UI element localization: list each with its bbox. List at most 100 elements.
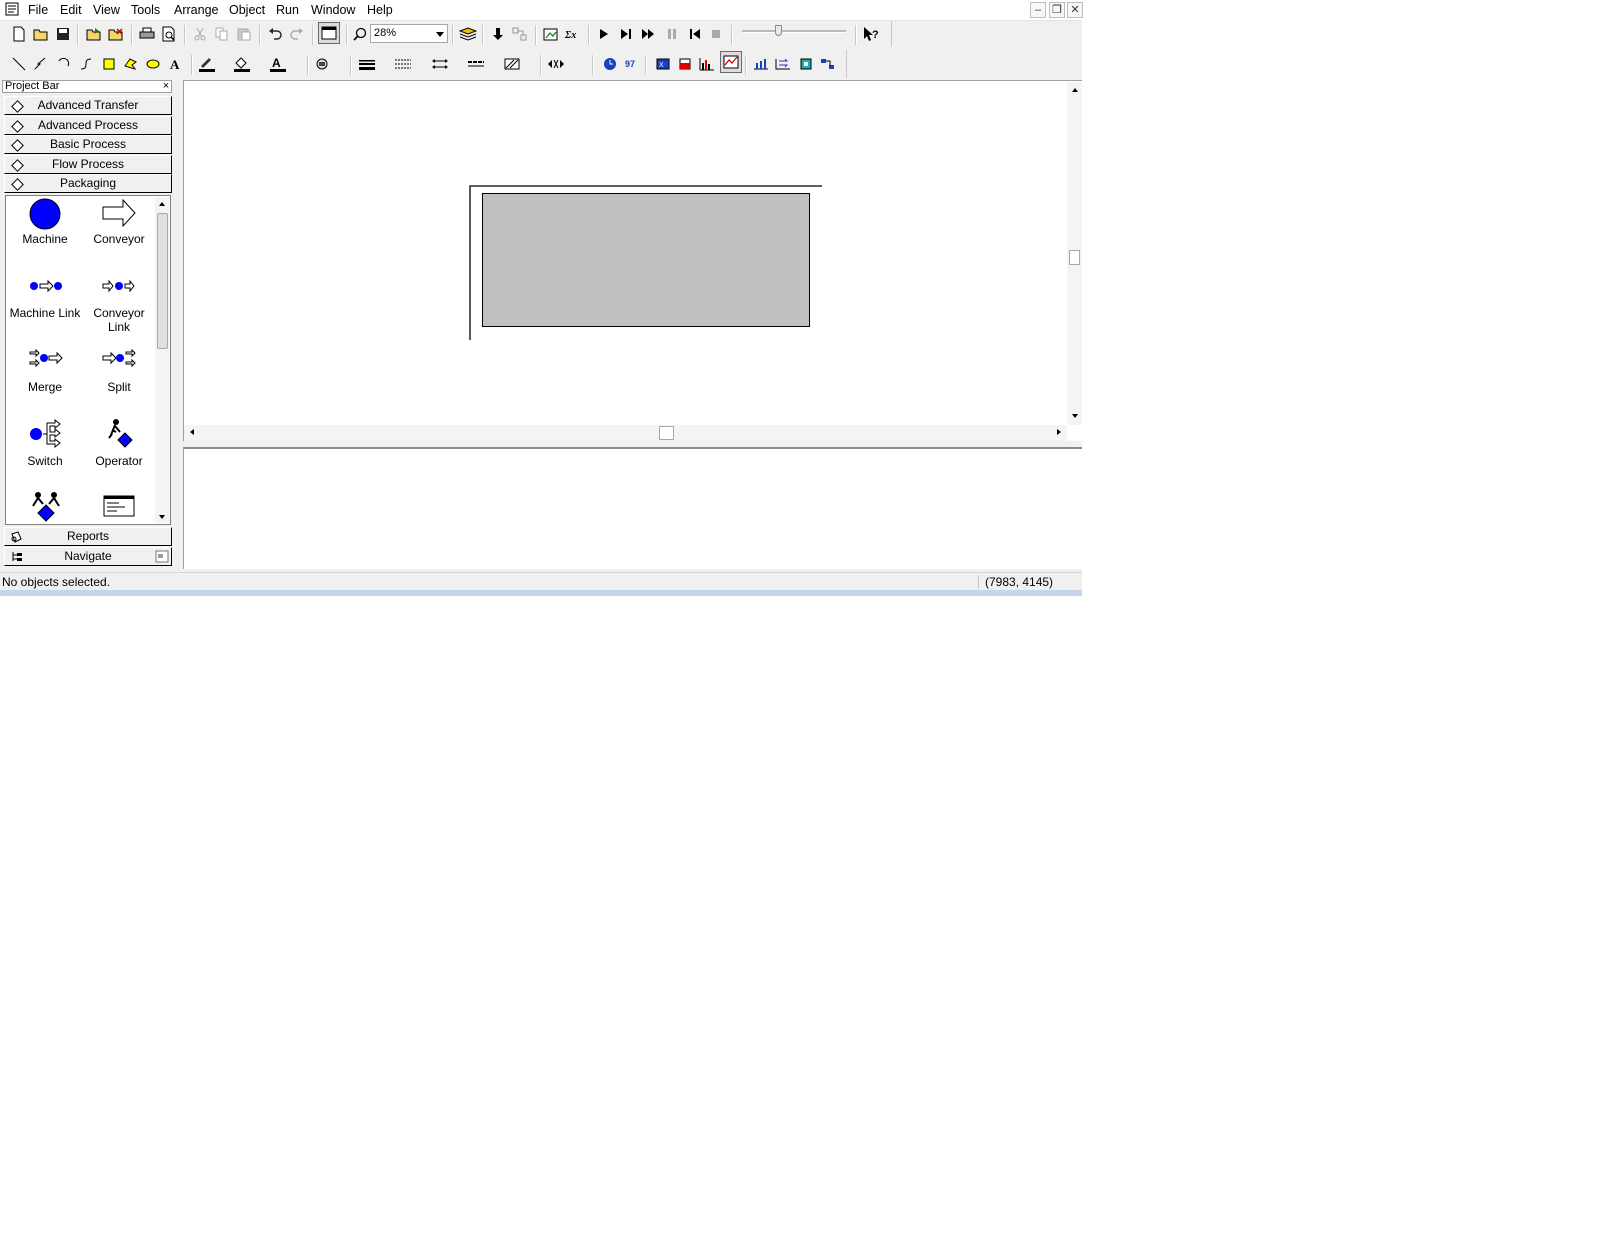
close-button[interactable]: ✕ [1067,2,1083,18]
minimize-button[interactable]: – [1030,2,1046,18]
line-icon[interactable] [9,53,29,75]
menu-object[interactable]: Object [229,3,265,17]
menu-help[interactable]: Help [367,3,393,17]
panel-navigate[interactable]: Navigate [4,547,172,566]
menu-view[interactable]: View [93,3,120,17]
arrow-style-icon[interactable] [430,53,450,75]
play-icon[interactable] [594,23,614,45]
slider-thumb[interactable] [775,25,782,36]
shape-table[interactable] [82,491,156,524]
panel-flow-process[interactable]: Flow Process [4,155,172,174]
panel-basic-process[interactable]: Basic Process [4,135,172,154]
shape-conveyor[interactable]: Conveyor [82,196,156,266]
shape-operator[interactable]: Operator [82,418,156,488]
text-color-icon[interactable]: A [268,53,288,75]
menu-window[interactable]: Window [311,3,355,17]
line-pattern-icon[interactable] [466,53,486,75]
gray-box-shape[interactable] [482,193,810,327]
start-over-icon[interactable] [685,23,705,45]
scroll-thumb[interactable] [157,213,168,349]
parking-icon[interactable] [818,53,838,75]
pause-icon[interactable] [662,23,682,45]
shape-crew[interactable] [8,491,82,524]
animate-icon[interactable] [541,23,561,45]
queue-icon[interactable] [751,53,771,75]
stop-icon[interactable] [706,23,726,45]
line-width-icon[interactable] [357,53,377,75]
output-pane[interactable] [183,447,1082,569]
shape-machine-link[interactable]: Machine Link [8,270,82,340]
window-background-color-icon[interactable] [313,53,333,75]
seize-icon[interactable] [796,53,816,75]
redo-icon[interactable] [287,23,307,45]
submodel-down-icon[interactable] [488,23,508,45]
print-icon[interactable] [137,23,157,45]
scroll-up-icon[interactable] [159,202,165,206]
fill-pattern-icon[interactable] [502,53,522,75]
panel-advanced-transfer[interactable]: Advanced Transfer [4,96,172,115]
scroll-down-icon[interactable] [159,515,165,519]
print-preview-icon[interactable] [159,23,179,45]
bezier-icon[interactable] [76,53,96,75]
undo-icon[interactable] [265,23,285,45]
zoom-icon[interactable] [350,23,370,45]
arc-icon[interactable] [53,53,73,75]
scroll-thumb[interactable] [1069,250,1080,265]
line-color-icon[interactable] [197,53,217,75]
fill-color-icon[interactable] [232,53,252,75]
close-icon[interactable]: × [160,80,172,93]
panel-reports[interactable]: Reports [4,527,172,546]
menu-file[interactable]: File [28,3,48,17]
variable-icon[interactable]: X [653,53,673,75]
panel-advanced-process[interactable]: Advanced Process [4,116,172,135]
menu-arrange[interactable]: Arrange [174,3,218,17]
line-style-icon[interactable] [393,53,413,75]
scroll-right-icon[interactable] [1057,429,1061,435]
scroll-thumb[interactable] [659,426,674,440]
detach-template-icon[interactable] [106,23,126,45]
restore-button[interactable]: ❐ [1049,2,1065,18]
zoom-combobox[interactable]: 28% [370,24,448,43]
text-icon[interactable]: A [166,53,186,75]
save-icon[interactable] [53,23,73,45]
animation-speed-slider[interactable] [742,30,846,33]
layers-icon[interactable] [458,23,478,45]
histogram-icon[interactable] [697,53,717,75]
layers-window-icon[interactable] [318,22,340,44]
shape-machine[interactable]: Machine [8,196,82,266]
menu-edit[interactable]: Edit [60,3,82,17]
plot-icon[interactable] [720,51,742,73]
menu-run[interactable]: Run [276,3,299,17]
thumbnail-icon[interactable] [155,550,169,563]
open-template-icon[interactable] [84,23,104,45]
panel-packaging[interactable]: Packaging [4,174,172,193]
copy-icon[interactable] [212,23,232,45]
scroll-up-icon[interactable] [1072,88,1078,92]
cut-icon[interactable] [190,23,210,45]
box-icon[interactable] [99,53,119,75]
arrange-icon[interactable] [546,53,566,75]
level-icon[interactable] [675,53,695,75]
paste-icon[interactable] [234,23,254,45]
shape-conveyor-link[interactable]: Conveyor Link [82,270,156,340]
new-file-icon[interactable] [9,23,29,45]
shapes-scrollbar[interactable] [155,197,170,523]
open-folder-icon[interactable] [31,23,51,45]
date-icon[interactable]: 97 [622,53,642,75]
ellipse-icon[interactable] [143,53,163,75]
connect-icon[interactable] [510,23,530,45]
shape-merge[interactable]: Merge [8,344,82,414]
scroll-left-icon[interactable] [190,429,194,435]
step-icon[interactable] [616,23,636,45]
canvas-horizontal-scrollbar[interactable] [184,425,1067,441]
polyline-icon[interactable] [31,53,51,75]
clock-icon[interactable] [600,53,620,75]
storage-icon[interactable] [773,53,793,75]
app-icon[interactable] [5,2,19,16]
menu-tools[interactable]: Tools [131,3,160,17]
whats-this-help-icon[interactable]: ? [861,23,881,45]
polygon-icon[interactable] [121,53,141,75]
fast-forward-icon[interactable] [638,23,658,45]
chevron-down-icon[interactable] [436,32,444,37]
shape-switch[interactable]: Switch [8,418,82,488]
